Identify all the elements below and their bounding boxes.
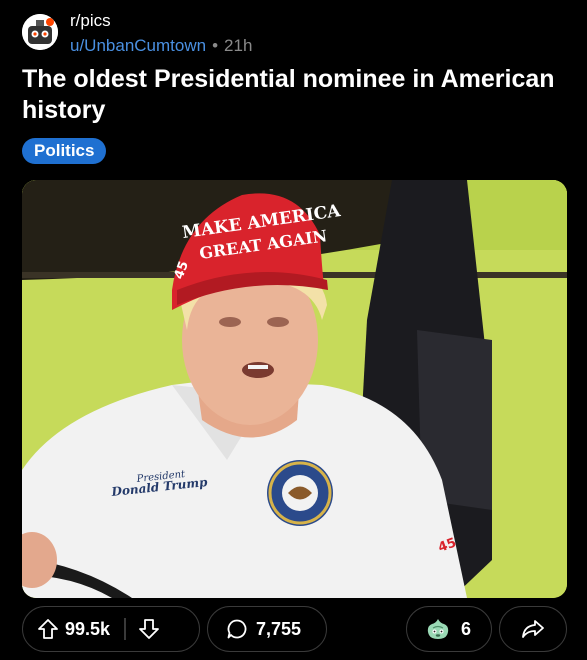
downvote-button[interactable] — [138, 618, 160, 640]
post-image[interactable]: MAKE AMERICA GREAT AGAIN 45 President Do… — [22, 180, 567, 598]
subreddit-link[interactable]: r/pics — [70, 10, 252, 32]
post-meta: r/pics u/UnbanCumtown • 21h — [70, 10, 252, 57]
avatar-art — [22, 14, 58, 50]
share-button[interactable] — [499, 606, 567, 652]
award-button[interactable]: 6 — [406, 606, 492, 652]
post-age: 21h — [224, 36, 253, 55]
comment-count: 7,755 — [256, 618, 302, 639]
arrow-up-icon — [38, 619, 58, 639]
author-link[interactable]: u/UnbanCumtown — [70, 36, 206, 55]
award-count: 6 — [461, 618, 472, 639]
award-icon — [427, 619, 449, 639]
flair-badge[interactable]: Politics — [22, 138, 107, 164]
vote-group: 99.5k — [22, 606, 200, 652]
vote-divider — [124, 618, 126, 640]
photo-illustration: MAKE AMERICA GREAT AGAIN 45 President Do… — [22, 180, 567, 598]
speech-bubble-icon — [227, 619, 247, 639]
action-bar: 99.5k 7,755 6 — [0, 606, 587, 654]
post-title[interactable]: The oldest Presidential nominee in Ameri… — [22, 64, 567, 126]
comment-icon-wrap — [226, 618, 248, 640]
comments-button[interactable]: 7,755 — [207, 606, 327, 652]
byline: u/UnbanCumtown • 21h — [70, 35, 252, 57]
byline-separator: • — [212, 36, 219, 55]
subreddit-avatar[interactable] — [22, 14, 58, 50]
arrow-down-icon — [138, 619, 159, 639]
vote-count: 99.5k — [65, 618, 111, 639]
reddit-post: r/pics u/UnbanCumtown • 21h The oldest Pre… — [0, 0, 587, 660]
award-icon-wrap — [425, 616, 451, 642]
upvote-button[interactable] — [37, 618, 59, 640]
share-arrow-icon — [522, 620, 544, 638]
